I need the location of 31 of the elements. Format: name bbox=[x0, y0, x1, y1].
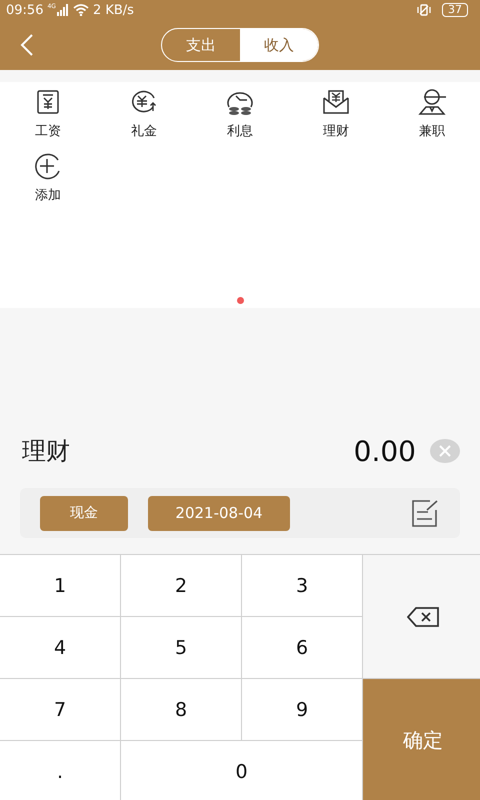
category-item[interactable]: 礼金 bbox=[96, 88, 192, 150]
wifi-icon bbox=[72, 4, 89, 16]
category-item[interactable]: 兼职 bbox=[384, 88, 480, 150]
backspace-icon bbox=[407, 606, 439, 626]
keypad-key[interactable]: 1 bbox=[0, 555, 120, 616]
amount-value: 0.00 bbox=[354, 434, 416, 468]
category-item[interactable]: 工资 bbox=[0, 88, 96, 150]
keypad-key[interactable]: 4 bbox=[0, 617, 120, 678]
keypad-key[interactable]: 2 bbox=[121, 555, 241, 616]
keypad-key[interactable]: . bbox=[0, 741, 120, 800]
type-tab[interactable]: 收入 bbox=[240, 29, 318, 61]
status-time: 09:56 bbox=[6, 2, 44, 18]
keypad-key[interactable]: 8 bbox=[121, 679, 241, 740]
keypad-key[interactable]: 0 bbox=[121, 741, 362, 800]
signal-icon bbox=[56, 4, 69, 16]
keypad-key[interactable]: 5 bbox=[121, 617, 241, 678]
battery-level: 37 bbox=[442, 3, 468, 17]
keypad-key[interactable]: 6 bbox=[242, 617, 362, 678]
network-speed: 2 KB/s bbox=[92, 2, 134, 18]
category-item[interactable]: 添加 bbox=[0, 152, 96, 214]
keypad-key[interactable]: 3 bbox=[242, 555, 362, 616]
note-icon[interactable] bbox=[410, 498, 440, 528]
back-icon[interactable] bbox=[20, 33, 34, 57]
keypad-key[interactable]: 7 bbox=[0, 679, 120, 740]
category-item[interactable]: 理财 bbox=[288, 88, 384, 150]
category-item[interactable]: 利息 bbox=[192, 88, 288, 150]
yen-document-icon bbox=[35, 88, 61, 116]
keypad-key[interactable]: 9 bbox=[242, 679, 362, 740]
worker-icon bbox=[416, 88, 448, 116]
selected-category: 理财 bbox=[22, 436, 71, 467]
vibrate-icon bbox=[416, 4, 432, 16]
